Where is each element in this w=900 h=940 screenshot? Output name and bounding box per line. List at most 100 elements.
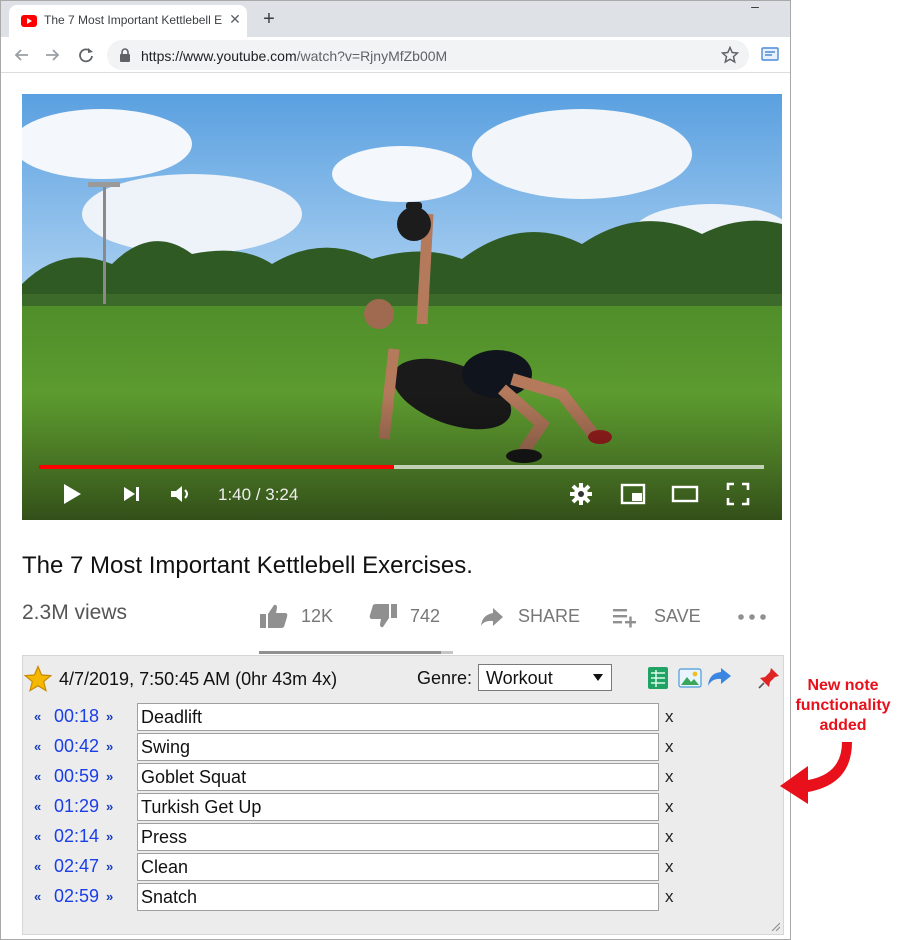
note-delete-button[interactable]: x: [665, 827, 674, 847]
page: The 7 Most Important Kettlebell E ✕ + –: [0, 0, 900, 940]
volume-icon[interactable]: [167, 480, 195, 508]
note-timestamp-link[interactable]: 02:47: [54, 856, 99, 877]
note-text-input[interactable]: [137, 793, 659, 821]
share-arrow-icon: [481, 608, 503, 626]
tab-strip: The 7 Most Important Kettlebell E ✕ + –: [1, 1, 790, 37]
reload-icon[interactable]: [73, 41, 99, 69]
note-prev-frame-button[interactable]: «: [34, 769, 41, 784]
theater-mode-icon[interactable]: [671, 480, 699, 508]
video-title: The 7 Most Important Kettlebell Exercise…: [22, 552, 473, 579]
note-text-input[interactable]: [137, 883, 659, 911]
note-text-input[interactable]: [137, 733, 659, 761]
note-timestamp-link[interactable]: 02:59: [54, 886, 99, 907]
new-tab-button[interactable]: +: [257, 8, 281, 32]
annotation-line-3: added: [819, 717, 867, 734]
time-display: 1:40 / 3:24: [218, 485, 299, 504]
curved-arrow-icon: [780, 742, 852, 804]
note-prev-frame-button[interactable]: «: [34, 799, 41, 814]
note-delete-button[interactable]: x: [665, 797, 674, 817]
note-prev-frame-button[interactable]: «: [34, 859, 41, 874]
note-row: « 02:47 » x: [23, 853, 723, 883]
note-next-frame-button[interactable]: »: [106, 799, 113, 814]
miniplayer-icon[interactable]: [619, 480, 647, 508]
share-forward-icon[interactable]: [706, 666, 732, 688]
browser-tab[interactable]: The 7 Most Important Kettlebell E ✕: [9, 5, 247, 37]
note-row: « 00:42 » x: [23, 733, 723, 763]
progress-bar[interactable]: [39, 465, 764, 469]
note-prev-frame-button[interactable]: «: [34, 889, 41, 904]
note-next-frame-button[interactable]: »: [106, 829, 113, 844]
url-text: https://www.youtube.com/watch?v=RjnyMfZb…: [141, 48, 447, 64]
lock-icon: [120, 48, 130, 62]
fullscreen-icon[interactable]: [724, 480, 752, 508]
note-text-input[interactable]: [137, 763, 659, 791]
note-timestamp-link[interactable]: 00:18: [54, 706, 99, 727]
progress-played: [39, 465, 395, 469]
note-next-frame-button[interactable]: »: [106, 859, 113, 874]
note-text-input[interactable]: [137, 823, 659, 851]
note-next-frame-button[interactable]: »: [106, 889, 113, 904]
note-timestamp-link[interactable]: 01:29: [54, 796, 99, 817]
share-button[interactable]: SHARE: [479, 601, 589, 631]
note-prev-frame-button[interactable]: «: [34, 709, 41, 724]
url-host: https://www.youtube.com: [141, 48, 297, 64]
note-row: « 00:18 » x: [23, 703, 723, 733]
forward-arrow-icon[interactable]: [39, 41, 65, 69]
playlist-add-icon: [613, 609, 636, 628]
play-icon[interactable]: [58, 480, 86, 508]
more-actions-button[interactable]: [737, 601, 767, 631]
settings-gear-icon[interactable]: [567, 480, 595, 508]
view-count: 2.3M views: [22, 601, 128, 624]
next-icon[interactable]: [118, 480, 146, 508]
more-dots-icon: [738, 614, 766, 620]
video-frame-image: [22, 94, 782, 520]
dislike-button[interactable]: 742: [368, 601, 448, 631]
extension-icon[interactable]: [761, 46, 779, 62]
sentiment-like-fill: [259, 651, 442, 654]
tab-title: The 7 Most Important Kettlebell E: [44, 13, 222, 27]
share-label: SHARE: [518, 606, 581, 626]
note-delete-button[interactable]: x: [665, 737, 674, 757]
note-date: 4/7/2019, 7:50:45 AM (0hr 43m 4x): [59, 669, 338, 689]
like-button[interactable]: 12K: [259, 601, 339, 631]
tab-close-icon[interactable]: ✕: [227, 11, 243, 27]
minimize-button[interactable]: –: [743, 1, 767, 21]
annotation-line-2: functionality: [795, 697, 891, 714]
note-row: « 01:29 » x: [23, 793, 723, 823]
note-prev-frame-button[interactable]: «: [34, 829, 41, 844]
bookmark-star-icon[interactable]: [721, 46, 739, 64]
genre-label: Genre:: [417, 668, 473, 688]
note-text-input[interactable]: [137, 853, 659, 881]
note-prev-frame-button[interactable]: «: [34, 739, 41, 754]
notes-panel: 4/7/2019, 7:50:45 AM (0hr 43m 4x) Genre:…: [22, 655, 784, 935]
pin-icon[interactable]: [757, 666, 781, 690]
note-delete-button[interactable]: x: [665, 887, 674, 907]
annotation-line-1: New note: [807, 677, 879, 694]
note-timestamp-link[interactable]: 02:14: [54, 826, 99, 847]
sentiment-bar: [259, 651, 453, 654]
note-text-input[interactable]: [137, 703, 659, 731]
note-delete-button[interactable]: x: [665, 707, 674, 727]
image-icon[interactable]: [678, 668, 702, 688]
genre-select[interactable]: Workout: [478, 664, 612, 691]
video-player[interactable]: 1:40 / 3:24: [22, 94, 782, 520]
favorite-star-icon[interactable]: [23, 665, 53, 693]
annotation-callout: New note functionality added: [792, 676, 894, 736]
note-next-frame-button[interactable]: »: [106, 769, 113, 784]
note-next-frame-button[interactable]: »: [106, 739, 113, 754]
note-delete-button[interactable]: x: [665, 767, 674, 787]
back-arrow-icon[interactable]: [9, 41, 35, 69]
note-next-frame-button[interactable]: »: [106, 709, 113, 724]
note-delete-button[interactable]: x: [665, 857, 674, 877]
address-bar[interactable]: https://www.youtube.com/watch?v=RjnyMfZb…: [107, 40, 749, 70]
save-button[interactable]: SAVE: [611, 601, 711, 631]
spreadsheet-icon[interactable]: [647, 666, 669, 690]
browser-toolbar: https://www.youtube.com/watch?v=RjnyMfZb…: [1, 37, 790, 73]
note-timestamp-link[interactable]: 00:59: [54, 766, 99, 787]
resize-grip-icon[interactable]: [770, 921, 780, 931]
note-row: « 00:59 » x: [23, 763, 723, 793]
note-timestamp-link[interactable]: 00:42: [54, 736, 99, 757]
dropdown-arrow-icon: [593, 674, 603, 681]
genre-select-value: Workout: [486, 668, 553, 688]
note-row: « 02:14 » x: [23, 823, 723, 853]
